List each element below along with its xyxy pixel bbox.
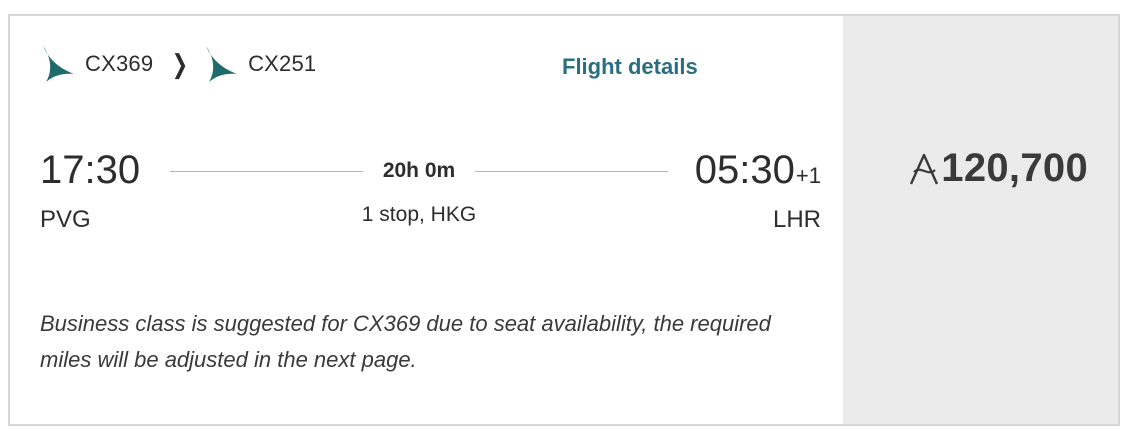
departure-airport: PVG [40,206,91,233]
flight-segments: CX369 ❯ CX251 [40,42,316,86]
arrival-day-offset: +1 [795,163,821,188]
flight-result-card: CX369 ❯ CX251 Flight details 17:30 PVG 2… [8,14,1120,426]
segment-1-flight-number: CX369 [85,51,154,76]
stops-info: 1 stop, HKG [361,203,477,226]
flight-details-link[interactable]: Flight details [562,54,698,80]
airline-logo-icon [43,46,74,82]
airline-logo-icon [206,46,238,82]
cabin-suggestion-note: Business class is suggested for CX369 du… [40,311,771,372]
chevron-right-icon: ❯ [172,49,189,79]
arrival-airport: LHR [772,206,821,233]
arrival-time: 05:30 [694,148,795,192]
price[interactable]: 120,700 [909,146,1088,191]
departure-time: 17:30 [40,148,141,192]
arrival-time-group: 05:30 +1 [695,147,821,199]
route-line-right [475,171,668,172]
flight-info-panel: CX369 ❯ CX251 Flight details 17:30 PVG 2… [10,16,843,424]
price-value: 120,700 [941,146,1088,190]
price-panel[interactable]: 120,700 [843,16,1118,424]
route-line-left [170,171,363,172]
segment-2-flight-number: CX251 [248,51,317,76]
flight-duration: 20h 0m [382,159,456,182]
asia-miles-icon [910,153,939,184]
